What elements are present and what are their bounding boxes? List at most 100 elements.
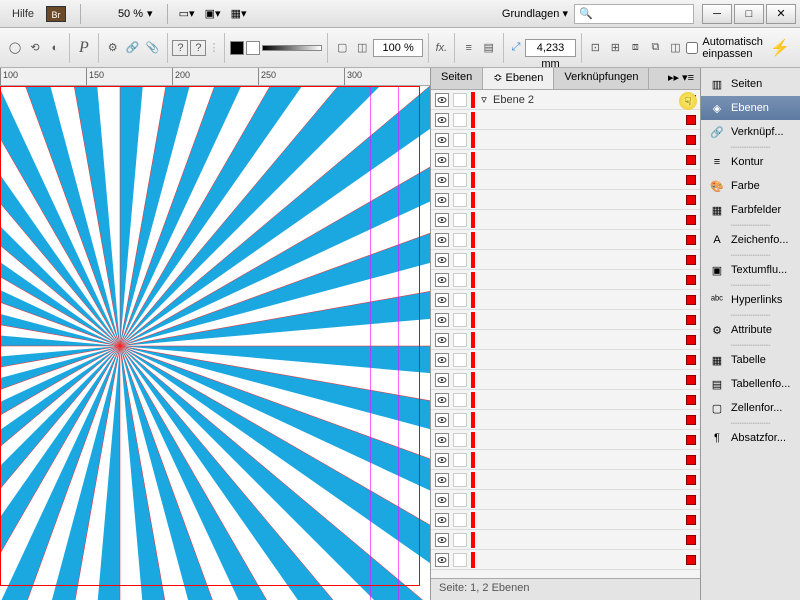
lock-toggle[interactable] [453,193,467,207]
layer-item[interactable] [431,490,700,510]
fit-icon[interactable]: ⊞ [606,39,624,57]
layer-item[interactable] [431,470,700,490]
tool-icon[interactable]: ⟲ [26,39,44,57]
fx-icon[interactable]: fx. [434,39,449,57]
selection-indicator[interactable] [686,535,696,545]
sidebar-item-tabelle[interactable]: ▦Tabelle [701,348,800,372]
zoom-level[interactable]: 50 %▾ [87,7,161,20]
lock-toggle[interactable] [453,233,467,247]
layer-item[interactable] [431,290,700,310]
tool-icon[interactable]: 📎 [144,39,162,57]
close-button[interactable]: ✕ [766,4,796,24]
help-menu[interactable]: Hilfe [0,8,46,20]
visibility-toggle[interactable] [435,153,449,167]
visibility-toggle[interactable] [435,413,449,427]
layer-item[interactable] [431,510,700,530]
lock-toggle[interactable] [453,253,467,267]
selection-indicator[interactable] [686,315,696,325]
visibility-toggle[interactable] [435,513,449,527]
selection-indicator[interactable] [686,135,696,145]
lock-toggle[interactable] [453,373,467,387]
tool-icon[interactable]: ◐ [46,39,64,57]
lock-toggle[interactable] [453,453,467,467]
layer-item[interactable] [431,310,700,330]
lock-toggle[interactable] [453,313,467,327]
layer-top[interactable]: ▿ Ebene 2 ☟ [431,90,700,110]
expand-icon[interactable]: ▿ [479,93,489,106]
fill-swatch[interactable] [230,41,244,55]
sidebar-item-kontur[interactable]: ≡Kontur [701,150,800,174]
sidebar-item-seiten[interactable]: ▥Seiten [701,72,800,96]
selection-indicator[interactable] [686,235,696,245]
visibility-toggle[interactable] [435,253,449,267]
visibility-toggle[interactable] [435,313,449,327]
lock-toggle[interactable] [453,393,467,407]
selection-indicator[interactable] [686,435,696,445]
layer-item[interactable] [431,410,700,430]
fit-icon[interactable]: ⊡ [586,39,604,57]
layer-item[interactable] [431,330,700,350]
lock-toggle[interactable] [453,533,467,547]
gradient-bar[interactable] [262,45,322,51]
lock-toggle[interactable] [453,473,467,487]
layer-item[interactable] [431,550,700,570]
text-tool-icon[interactable]: P [75,39,93,57]
lock-toggle[interactable] [453,293,467,307]
layer-item[interactable] [431,210,700,230]
visibility-toggle[interactable] [435,393,449,407]
arrange-button[interactable]: ▣▾ [200,4,226,24]
visibility-toggle[interactable] [435,453,449,467]
bolt-icon[interactable]: ⚡ [770,38,790,58]
layer-item[interactable] [431,190,700,210]
selection-indicator[interactable] [686,355,696,365]
lock-toggle[interactable] [453,153,467,167]
selection-indicator[interactable] [686,255,696,265]
tool-icon[interactable]: ◯ [6,39,24,57]
stroke-swatch[interactable] [246,41,260,55]
visibility-toggle[interactable] [435,93,449,107]
tab-ebenen[interactable]: ≎ Ebenen [483,68,554,89]
lock-toggle[interactable] [453,133,467,147]
tab-verknuepfungen[interactable]: Verknüpfungen [554,68,649,89]
selection-indicator[interactable] [686,515,696,525]
selection-indicator[interactable] [686,295,696,305]
layer-item[interactable] [431,230,700,250]
visibility-toggle[interactable] [435,213,449,227]
layer-item[interactable] [431,430,700,450]
selection-indicator[interactable] [686,175,696,185]
crop-icon[interactable]: ⤢ [509,39,524,57]
panel-menu[interactable]: ▸▸ ▾≡ [662,68,700,89]
sidebar-item-ebenen[interactable]: ◈Ebenen [701,96,800,120]
selection-indicator[interactable] [686,455,696,465]
layer-item[interactable] [431,250,700,270]
lock-toggle[interactable] [453,173,467,187]
visibility-toggle[interactable] [435,333,449,347]
lock-toggle[interactable] [453,113,467,127]
selection-indicator[interactable] [686,155,696,165]
layer-item[interactable] [431,130,700,150]
layer-item[interactable] [431,110,700,130]
visibility-toggle[interactable] [435,133,449,147]
layer-item[interactable] [431,270,700,290]
visibility-toggle[interactable] [435,493,449,507]
tab-seiten[interactable]: Seiten [431,68,483,89]
sidebar-item-absatzfor[interactable]: ¶Absatzfor... [701,426,800,450]
selection-indicator[interactable] [686,395,696,405]
selection-indicator[interactable] [686,215,696,225]
layer-item[interactable] [431,390,700,410]
fit-icon[interactable]: ⧉ [646,39,664,57]
lock-toggle[interactable] [453,333,467,347]
selection-indicator[interactable] [686,495,696,505]
lock-toggle[interactable] [453,273,467,287]
align-icon[interactable]: ▤ [480,39,498,57]
visibility-toggle[interactable] [435,233,449,247]
visibility-toggle[interactable] [435,353,449,367]
layer-item[interactable] [431,150,700,170]
tool-icon[interactable]: ◫ [353,39,371,57]
selection-indicator[interactable] [686,555,696,565]
search-input[interactable]: 🔍 [574,4,694,24]
layer-item[interactable] [431,170,700,190]
selection-indicator[interactable] [686,475,696,485]
fit-icon[interactable]: ◫ [666,39,684,57]
selection-indicator[interactable] [686,275,696,285]
